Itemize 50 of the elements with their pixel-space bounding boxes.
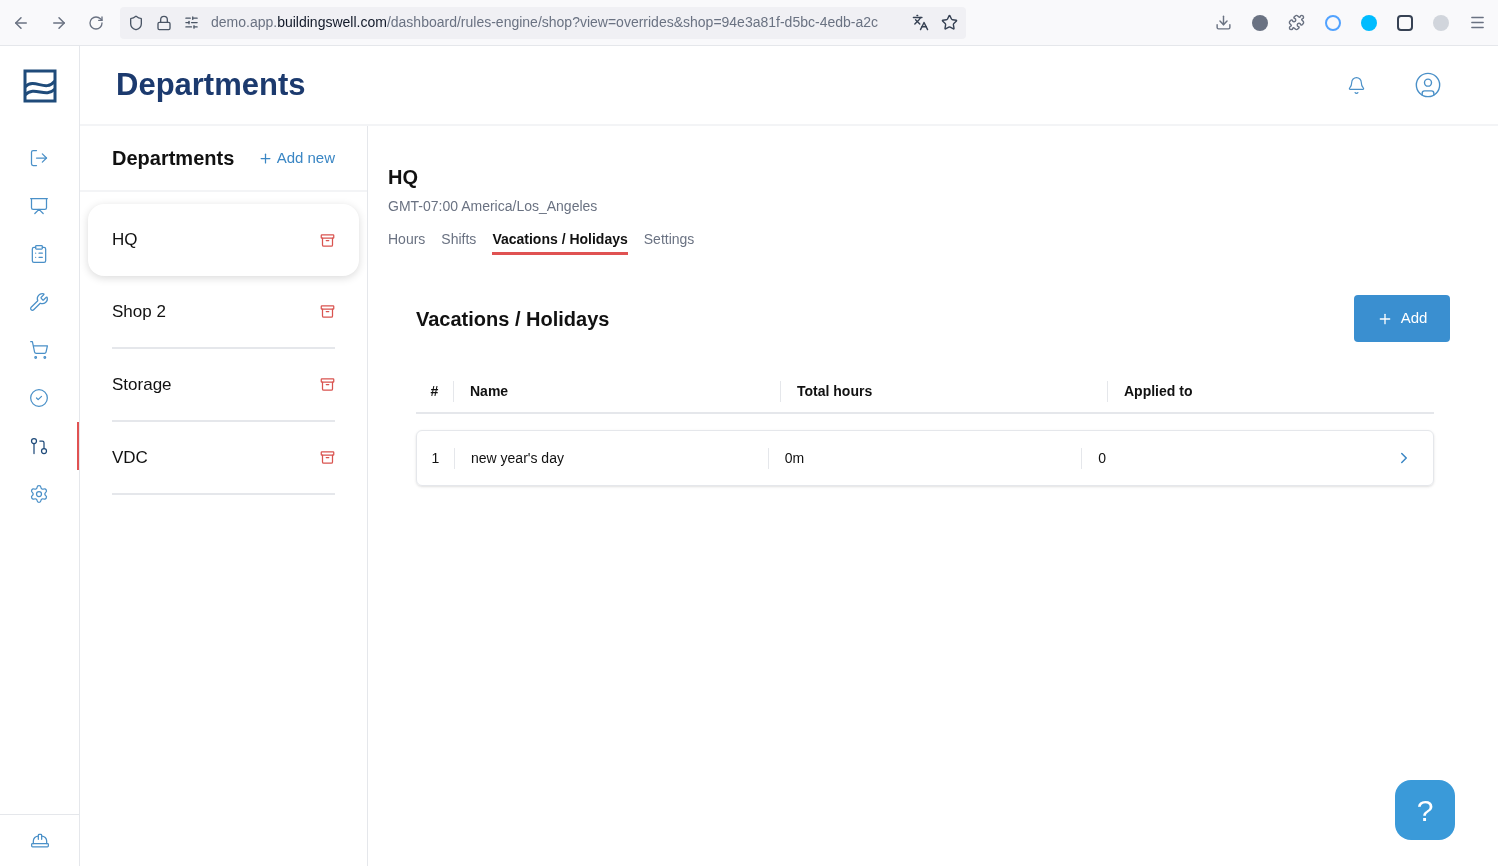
profile-icon[interactable] [1252, 14, 1268, 31]
table-cell-text: 0m [784, 448, 805, 468]
download-icon[interactable] [1215, 14, 1232, 31]
table-cell-text: 1 [431, 448, 440, 468]
tab[interactable]: Hours [388, 229, 426, 255]
cart-icon [28, 340, 49, 360]
presentation-icon [28, 196, 49, 216]
page-title: Departments [116, 65, 306, 104]
department-item[interactable]: Storage [112, 349, 335, 422]
timezone-text: GMT-07:00 America/Los_Angeles [388, 197, 599, 216]
department-name: HQ [388, 165, 419, 190]
tab[interactable]: Settings [643, 229, 695, 255]
url-text: demo.app.buildingswell.com/dashboard/rules-engine/shop?view=overrides&shop=94e3a81f-d5bc-4edb-a2c [211, 13, 879, 32]
logout-icon [28, 148, 49, 168]
column-header: Total hours [797, 381, 873, 401]
check-circle-icon [28, 388, 49, 408]
wrench-icon [28, 292, 49, 312]
lock-icon [156, 14, 172, 31]
tab[interactable]: Vacations / Holidays [492, 229, 628, 255]
table-cell-text: new year's day [471, 448, 564, 468]
address-bar[interactable]: demo.app.buildingswell.com/dashboard/rules-engine/shop?view=overrides&shop=94e3a81f-d5bc-4edb-a2c [120, 6, 966, 39]
section-title: Vacations / Holidays [416, 306, 610, 332]
shield-icon [128, 14, 144, 31]
column-header: # [430, 381, 439, 401]
translate-icon[interactable] [912, 14, 929, 31]
column-header: Applied to [1124, 381, 1193, 401]
tab[interactable]: Shifts [441, 229, 477, 255]
star-icon[interactable] [941, 14, 958, 31]
department-item[interactable]: Shop 2 [112, 276, 335, 349]
table-cell-text: 0 [1098, 448, 1107, 468]
archive-icon[interactable] [320, 377, 335, 392]
department-item[interactable]: VDC [112, 422, 335, 495]
reload-icon[interactable] [88, 14, 104, 31]
puzzle-icon[interactable] [1288, 14, 1305, 31]
user-avatar-icon[interactable] [1414, 71, 1442, 99]
panel-title: Departments [112, 146, 235, 171]
notification-bell-icon[interactable] [1347, 75, 1366, 95]
menu-icon[interactable] [1469, 14, 1486, 31]
archive-icon[interactable] [320, 232, 335, 248]
logo-icon [22, 69, 57, 103]
department-item[interactable]: HQ [88, 204, 359, 276]
permissions-icon [184, 15, 199, 30]
branch-icon [28, 436, 49, 456]
plus-icon [257, 150, 273, 166]
add-new-link[interactable]: Add new [257, 146, 335, 170]
archive-icon[interactable] [320, 450, 335, 465]
table-row[interactable]: 1 new year's day 0m 0 [416, 430, 1434, 486]
column-header: Name [470, 381, 509, 401]
archive-icon[interactable] [320, 304, 335, 319]
settings-icon [28, 484, 49, 504]
